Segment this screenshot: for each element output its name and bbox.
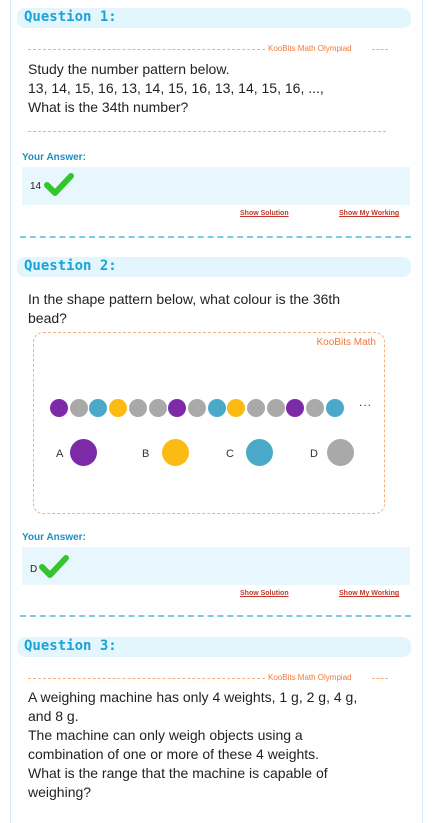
- bead-gray: [187, 399, 206, 417]
- answer-value: D: [30, 564, 38, 575]
- question-3-title: Question 3:: [24, 638, 117, 654]
- answer-label: Your Answer:: [22, 152, 86, 163]
- bead-pattern-figure: KooBits Math ... A B C D: [33, 332, 385, 514]
- divider: [28, 49, 265, 50]
- question-line: What is the 34th number?: [28, 99, 189, 115]
- question-line: In the shape pattern below, what colour …: [28, 291, 341, 307]
- show-solution-link[interactable]: Show Solution: [240, 210, 289, 217]
- pattern-ellipsis: ...: [359, 395, 373, 409]
- checkmark-icon: [39, 555, 69, 578]
- question-2-header: Question 2:: [17, 257, 411, 277]
- question-line: What is the range that the machine is ca…: [28, 765, 328, 781]
- question-2-title: Question 2:: [24, 258, 117, 274]
- question-line: combination of one or more of these 4 we…: [28, 746, 320, 762]
- option-letter-c: C: [226, 448, 234, 460]
- option-bead-yellow: [162, 439, 189, 466]
- option-letter-b: B: [142, 448, 150, 460]
- question-3-text: A weighing machine has only 4 weights, 1…: [28, 688, 357, 802]
- question-line: 13, 14, 15, 16, 13, 14, 15, 16, 13, 14, …: [28, 80, 324, 96]
- bead-gray: [69, 399, 88, 417]
- bead-purple: [286, 399, 305, 417]
- option-bead-purple: [70, 439, 97, 466]
- question-line: A weighing machine has only 4 weights, 1…: [28, 689, 358, 705]
- answer-value: 14: [30, 181, 42, 192]
- bead-purple: [50, 399, 68, 417]
- bead-gray: [266, 399, 285, 417]
- question-line: The machine can only weigh objects using…: [28, 727, 303, 743]
- checkmark-icon: [44, 173, 74, 196]
- option-bead-blue: [246, 439, 273, 466]
- bead-gray: [148, 399, 167, 417]
- answer-box-1: 14: [22, 167, 410, 205]
- section-divider: [20, 615, 411, 617]
- bead-blue: [207, 399, 226, 417]
- figure-watermark: KooBits Math: [316, 337, 376, 348]
- watermark: KooBits Math Olympiad: [268, 44, 352, 53]
- question-1-title: Question 1:: [24, 9, 117, 25]
- divider: [372, 49, 388, 50]
- question-line: and 8 g.: [28, 708, 79, 724]
- question-line: Study the number pattern below.: [28, 61, 230, 77]
- show-working-link[interactable]: Show My Working: [339, 210, 399, 217]
- option-letter-d: D: [310, 448, 318, 460]
- option-letter-a: A: [56, 448, 64, 460]
- question-line: bead?: [28, 310, 67, 326]
- question-2-text: In the shape pattern below, what colour …: [28, 290, 340, 328]
- option-bead-gray: [327, 439, 354, 466]
- bead-purple: [168, 399, 187, 417]
- show-working-link[interactable]: Show My Working: [339, 590, 399, 597]
- bead-blue: [325, 399, 344, 417]
- show-solution-link[interactable]: Show Solution: [240, 590, 289, 597]
- question-1-header: Question 1:: [17, 8, 411, 28]
- divider: [28, 131, 386, 132]
- bead-yellow: [109, 399, 128, 417]
- question-1-text: Study the number pattern below. 13, 14, …: [28, 60, 324, 117]
- question-3-header: Question 3:: [17, 637, 411, 657]
- section-divider: [20, 236, 411, 238]
- answer-box-2: D: [22, 547, 410, 585]
- bead-yellow: [227, 399, 246, 417]
- question-line: weighing?: [28, 784, 92, 800]
- bead-gray: [128, 399, 147, 417]
- divider: [28, 678, 265, 679]
- bead-blue: [89, 399, 108, 417]
- bead-gray: [306, 399, 325, 417]
- divider: [372, 678, 388, 679]
- watermark: KooBits Math Olympiad: [268, 673, 352, 682]
- bead-gray: [247, 399, 265, 417]
- answer-label: Your Answer:: [22, 532, 86, 543]
